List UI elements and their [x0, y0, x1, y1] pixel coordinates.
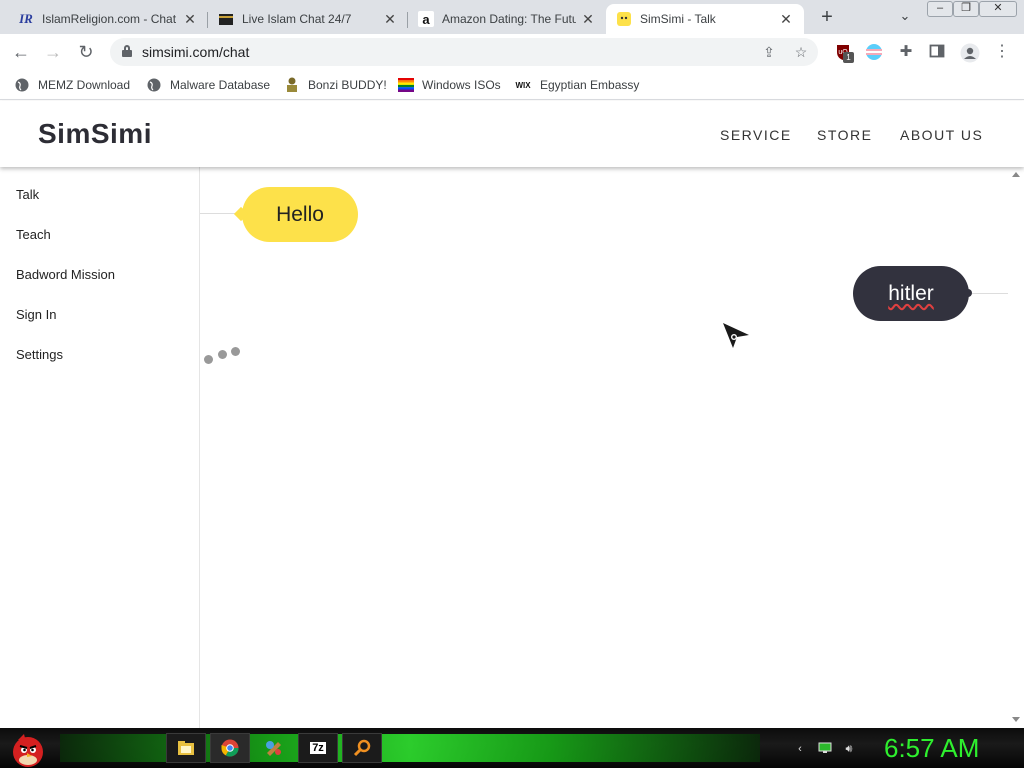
simsimi-logo[interactable]: SimSimi [38, 118, 152, 150]
close-icon[interactable]: ✕ [778, 11, 794, 27]
tab-title: Amazon Dating: The Futu [442, 12, 576, 26]
mouse-cursor-icon [721, 321, 751, 351]
bookmark-memz[interactable]: MEMZ Download [14, 77, 130, 93]
site-header: SimSimi SERVICE STORE ABOUT US [0, 101, 1024, 167]
browser-toolbar: ← → ↻ simsimi.com/chat ⇪ ☆ uO 1 ✚ ⋮ [0, 34, 1024, 70]
extension-badge: 1 [843, 52, 854, 63]
tab-title: Live Islam Chat 24/7 [242, 12, 352, 26]
minimize-button[interactable]: – [927, 1, 953, 17]
typing-dot [218, 350, 227, 359]
bookmarks-bar: MEMZ Download Malware Database Bonzi BUD… [0, 70, 1024, 100]
close-icon[interactable]: ✕ [580, 11, 596, 27]
side-panel-icon[interactable] [928, 43, 946, 61]
more-menu-icon[interactable]: ⋮ [993, 43, 1011, 61]
taskbar-clock[interactable]: 6:57 AM [884, 733, 979, 764]
bookmark-label: Malware Database [170, 78, 271, 92]
star-icon[interactable]: ☆ [792, 43, 810, 61]
chevron-down-icon[interactable]: ⌄ [896, 8, 914, 26]
chrome-taskbar-button[interactable] [210, 733, 250, 763]
address-bar[interactable]: simsimi.com/chat ⇪ ☆ [110, 38, 818, 66]
wix-icon: WIX [515, 80, 531, 90]
message-text: Hello [276, 202, 324, 226]
new-tab-button[interactable]: + [815, 6, 839, 30]
divider [972, 293, 1008, 294]
typing-indicator [204, 347, 244, 364]
nav-service[interactable]: SERVICE [720, 127, 792, 143]
tab-live-islam-chat[interactable]: Live Islam Chat 24/7 ✕ [208, 4, 408, 34]
file-explorer-taskbar-button[interactable] [166, 733, 206, 763]
kaaba-icon [218, 11, 234, 27]
typing-dot [204, 355, 213, 364]
close-window-button[interactable]: ✕ [979, 1, 1017, 17]
bookmark-bonzi-buddy[interactable]: Bonzi BUDDY! [284, 77, 387, 93]
nav-about-us[interactable]: ABOUT US [900, 127, 983, 143]
bookmark-label: Egyptian Embassy [540, 78, 640, 92]
search-taskbar-button[interactable] [342, 733, 382, 763]
share-icon[interactable]: ⇪ [760, 43, 778, 61]
message-text: hitler [888, 281, 934, 305]
close-icon[interactable]: ✕ [382, 11, 398, 27]
bookmark-egyptian-embassy[interactable]: WIX Egyptian Embassy [514, 77, 639, 93]
bookmark-label: Bonzi BUDDY! [308, 78, 387, 92]
reload-icon[interactable]: ↻ [75, 41, 97, 63]
volume-icon[interactable]: 🔊︎ [842, 742, 856, 756]
globe-icon [14, 77, 30, 93]
globe-icon [146, 77, 162, 93]
amazon-icon: a [418, 11, 434, 27]
sidebar-item-settings[interactable]: Settings [16, 347, 63, 362]
bookmark-label: Windows ISOs [422, 78, 501, 92]
bookmark-malware-database[interactable]: Malware Database [146, 77, 270, 93]
chat-area: Hello hitler [200, 167, 1008, 728]
restore-button[interactable]: ❐ [953, 1, 979, 17]
tab-title: SimSimi - Talk [640, 12, 716, 26]
tab-islamreligion[interactable]: IR IslamReligion.com - Chat ✕ [8, 4, 208, 34]
tab-amazon-dating[interactable]: a Amazon Dating: The Futu ✕ [408, 4, 606, 34]
sidebar-item-talk[interactable]: Talk [16, 187, 39, 202]
angry-bird-start-icon[interactable] [8, 730, 48, 768]
taskbar-glow [60, 734, 760, 762]
trans-flag-extension-icon[interactable] [865, 43, 883, 61]
lock-icon [122, 45, 132, 57]
sidebar: Talk Teach Badword Mission Sign In Setti… [0, 167, 200, 728]
tab-strip: IR IslamReligion.com - Chat ✕ Live Islam… [0, 0, 1024, 34]
rainbow-flag-icon [398, 77, 414, 93]
puzzle-extensions-icon[interactable]: ✚ [897, 43, 915, 61]
sidebar-item-teach[interactable]: Teach [16, 227, 51, 242]
bot-message-bubble: Hello [242, 187, 358, 242]
close-icon[interactable]: ✕ [182, 11, 198, 27]
url-text[interactable]: simsimi.com/chat [142, 44, 249, 60]
ublock-icon[interactable]: uO 1 [834, 43, 854, 63]
back-arrow-icon[interactable]: ← [10, 41, 32, 63]
tab-title: IslamReligion.com - Chat [42, 12, 177, 26]
7zip-taskbar-button[interactable]: 7z [298, 733, 338, 763]
typing-dot [231, 347, 240, 356]
bookmark-windows-isos[interactable]: Windows ISOs [398, 77, 501, 93]
ir-logo-icon: IR [19, 11, 33, 26]
sidebar-item-sign-in[interactable]: Sign In [16, 307, 56, 322]
bonzi-icon [284, 77, 300, 93]
scroll-down-icon[interactable] [1012, 717, 1020, 722]
profile-avatar-icon[interactable] [960, 43, 980, 63]
message-dot [964, 289, 972, 297]
scrollbar[interactable] [1008, 167, 1024, 728]
user-message-bubble: hitler [853, 266, 969, 321]
taskbar: 7z ‹ 🔊︎ 6:57 AM [0, 728, 1024, 768]
network-icon[interactable] [818, 742, 832, 756]
nav-store[interactable]: STORE [817, 127, 872, 143]
paint-taskbar-button[interactable] [254, 733, 294, 763]
bookmark-label: MEMZ Download [38, 78, 131, 92]
scroll-up-icon[interactable] [1012, 172, 1020, 177]
tab-simsimi[interactable]: SimSimi - Talk ✕ [606, 4, 804, 34]
chevron-left-icon[interactable]: ‹ [793, 742, 807, 756]
simsimi-icon [616, 11, 632, 27]
forward-arrow-icon[interactable]: → [42, 41, 64, 63]
sidebar-item-badword-mission[interactable]: Badword Mission [16, 267, 115, 282]
7zip-icon: 7z [310, 742, 326, 754]
